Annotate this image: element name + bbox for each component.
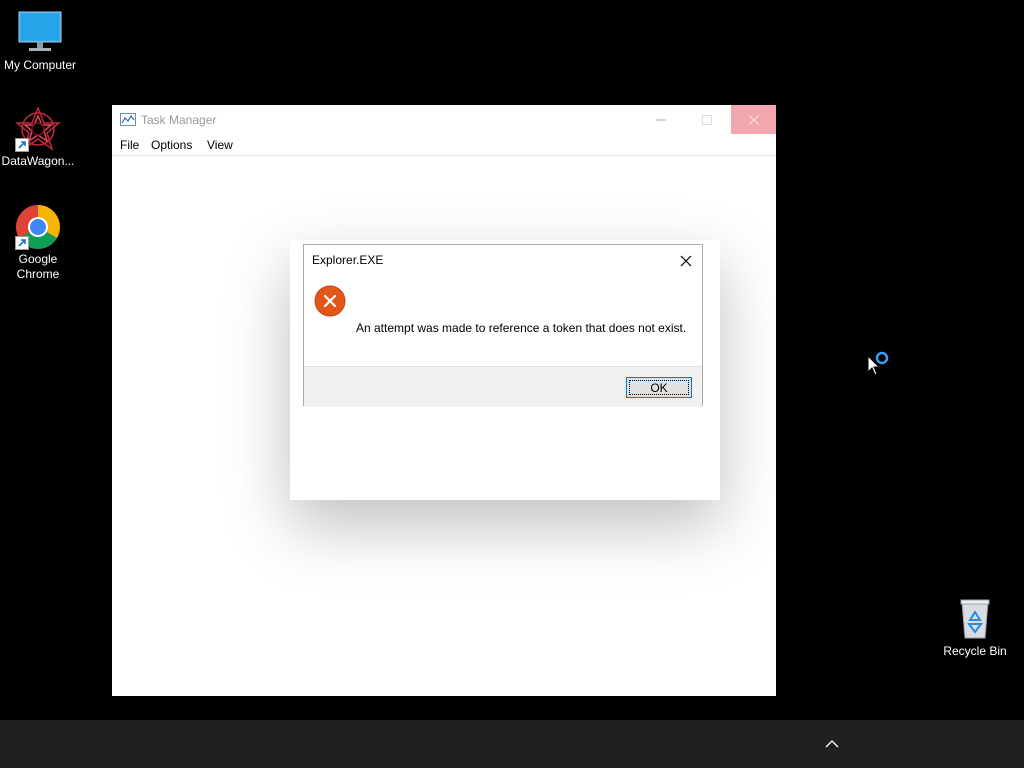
chrome-icon — [15, 204, 61, 250]
desktop-icon-recycle-bin[interactable]: Recycle Bin — [935, 596, 1015, 659]
recycle-bin-icon — [952, 596, 998, 642]
dialog-close-button[interactable] — [676, 251, 696, 271]
ok-button[interactable]: OK — [626, 377, 692, 398]
desktop-icon-google-chrome[interactable]: Google Chrome — [0, 204, 78, 282]
close-icon — [680, 255, 692, 267]
dialog-title: Explorer.EXE — [312, 253, 384, 267]
desktop-icon-label: My Computer — [3, 58, 77, 72]
menu-view[interactable]: View — [207, 138, 233, 152]
window-title: Task Manager — [141, 113, 217, 127]
maximize-button[interactable] — [684, 105, 730, 134]
shortcut-arrow-icon — [15, 236, 29, 250]
shortcut-arrow-icon — [15, 138, 29, 152]
desktop-icon-label: Google Chrome — [16, 252, 60, 281]
maximize-icon — [702, 114, 712, 125]
taskbar — [0, 720, 1024, 768]
dialog-message: An attempt was made to reference a token… — [356, 321, 687, 335]
error-dialog: Explorer.EXE An attempt was made to refe… — [303, 244, 703, 407]
menu-file[interactable]: File — [120, 138, 139, 152]
close-icon — [748, 114, 759, 125]
dialog-footer: OK — [304, 366, 702, 407]
desktop: My Computer DataWagon... Google Chrome R… — [0, 0, 1024, 720]
chevron-up-icon[interactable] — [822, 734, 842, 754]
title-bar[interactable]: Task Manager — [112, 105, 776, 135]
menu-options[interactable]: Options — [151, 138, 192, 152]
minimize-icon — [656, 119, 666, 120]
desktop-icon-label: Recycle Bin — [943, 644, 1007, 658]
busy-cursor-icon — [866, 348, 892, 383]
desktop-icon-my-computer[interactable]: My Computer — [0, 10, 80, 73]
error-icon — [314, 285, 346, 317]
desktop-icon-datawagon[interactable]: DataWagon... — [0, 105, 78, 169]
close-button[interactable] — [731, 105, 776, 134]
desktop-icon-label: DataWagon... — [1, 154, 75, 168]
task-manager-icon — [120, 113, 136, 131]
monitor-icon — [17, 10, 63, 56]
datawagon-logo-icon — [14, 105, 62, 152]
menu-bar: File Options View — [112, 135, 776, 156]
minimize-button[interactable] — [638, 105, 684, 134]
